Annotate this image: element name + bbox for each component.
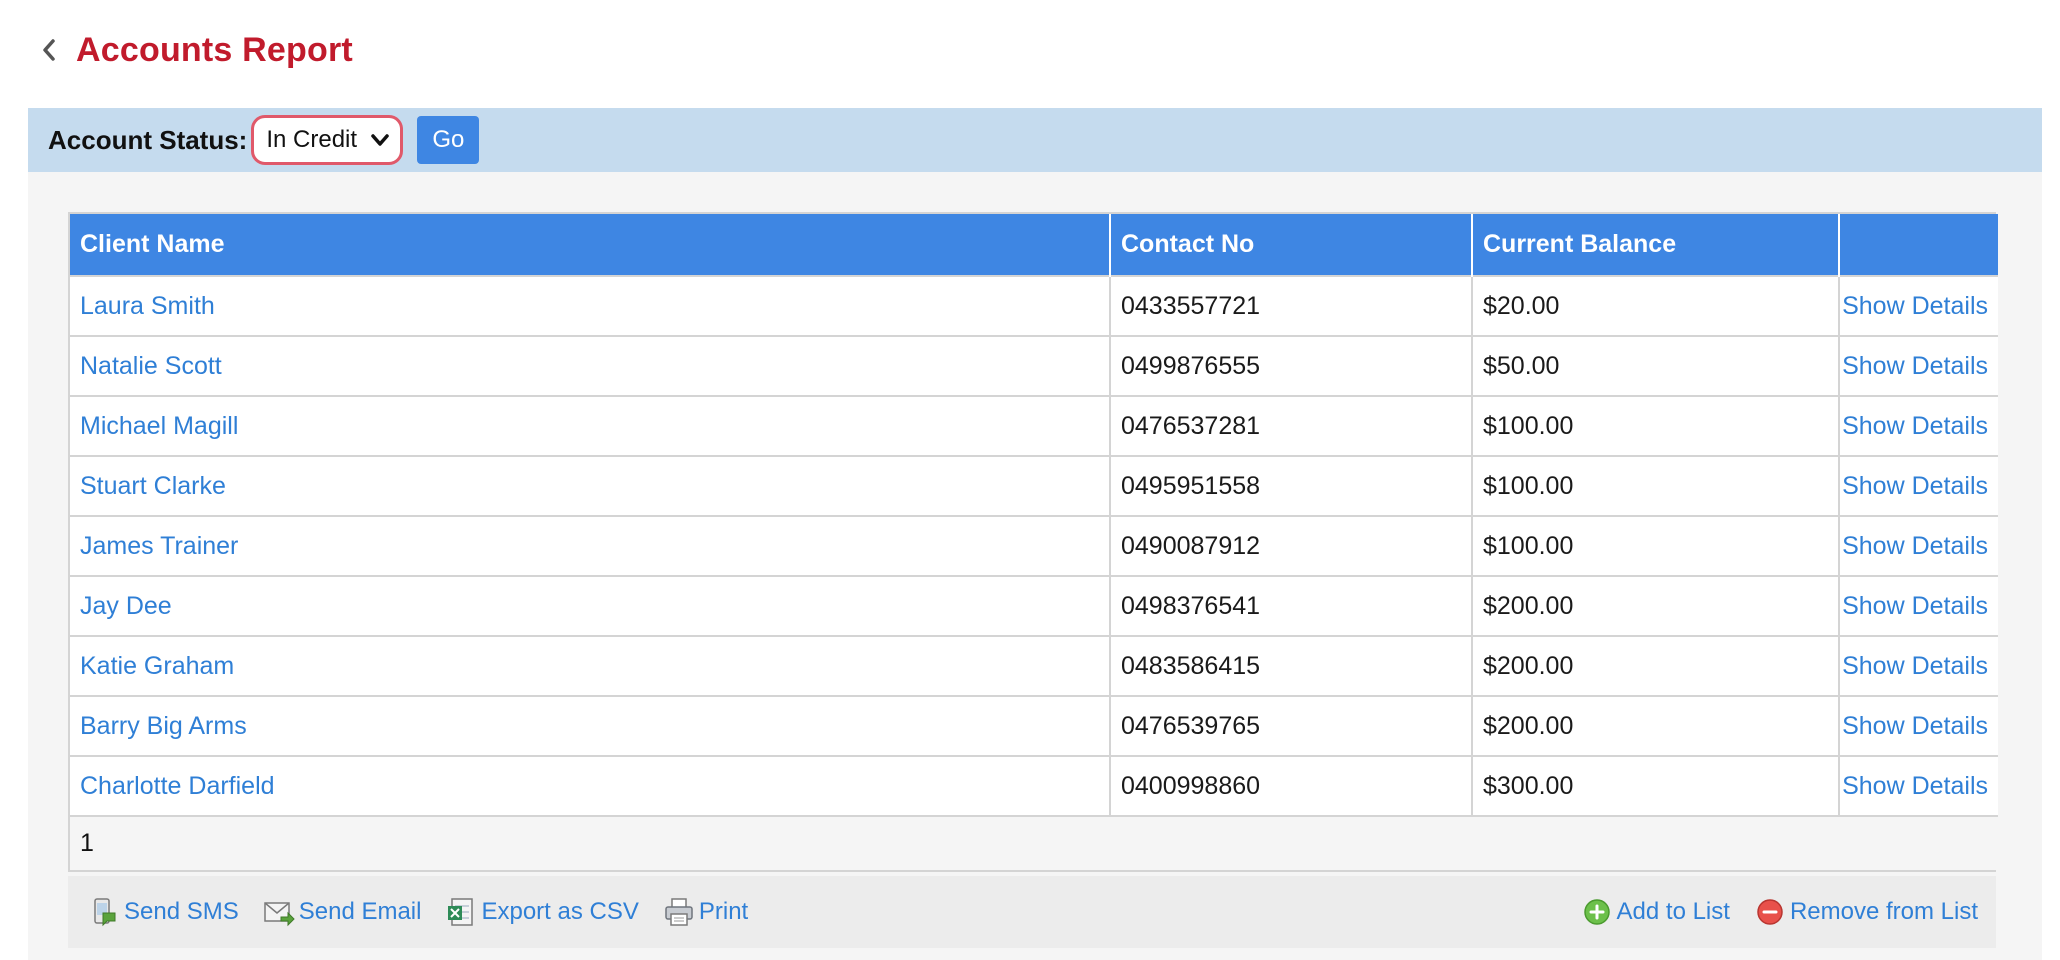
header: Accounts Report bbox=[36, 28, 353, 72]
client-name-link[interactable]: Barry Big Arms bbox=[70, 695, 1111, 756]
current-balance: $20.00 bbox=[1472, 275, 1840, 336]
contact-number: 0499876555 bbox=[1110, 335, 1473, 396]
current-balance: $200.00 bbox=[1472, 575, 1840, 636]
show-details-link[interactable]: Show Details bbox=[1839, 335, 1998, 396]
footer-left-actions: Send SMS Send Email Export as CSV Print bbox=[88, 896, 772, 928]
account-status-value: In Credit bbox=[266, 126, 358, 153]
show-details-link[interactable]: Show Details bbox=[1839, 755, 1998, 816]
filter-bar: Account Status: In Credit Go bbox=[28, 108, 2042, 172]
email-icon bbox=[263, 896, 295, 928]
client-name-link[interactable]: Katie Graham bbox=[70, 635, 1111, 696]
table-row: Natalie Scott 0499876555 $50.00 Show Detail… bbox=[70, 335, 1998, 396]
show-details-link[interactable]: Show Details bbox=[1839, 455, 1998, 516]
current-balance: $100.00 bbox=[1472, 455, 1840, 516]
client-name-link[interactable]: Michael Magill bbox=[70, 395, 1111, 456]
current-balance: $100.00 bbox=[1472, 515, 1840, 576]
send-sms-label: Send SMS bbox=[124, 898, 239, 925]
client-name-link[interactable]: James Trainer bbox=[70, 515, 1111, 576]
send-sms-button[interactable]: Send SMS bbox=[88, 896, 239, 928]
show-details-link[interactable]: Show Details bbox=[1839, 275, 1998, 336]
page: Accounts Report Account Status: In Credi… bbox=[0, 0, 2060, 960]
page-title: Accounts Report bbox=[76, 30, 353, 69]
client-name-link[interactable]: Charlotte Darfield bbox=[70, 755, 1111, 816]
table-row: Barry Big Arms 0476539765 $200.00 Show Deta… bbox=[70, 695, 1998, 756]
add-to-list-button[interactable]: Add to List bbox=[1581, 896, 1730, 928]
send-email-label: Send Email bbox=[298, 898, 422, 925]
contact-number: 0483586415 bbox=[1110, 635, 1473, 696]
client-name-link[interactable]: Jay Dee bbox=[70, 575, 1111, 636]
contact-number: 0476539765 bbox=[1110, 695, 1473, 756]
table-row: Laura Smith 0433557721 $20.00 Show Details bbox=[70, 275, 1998, 336]
page-number[interactable]: 1 bbox=[70, 815, 1998, 870]
table-row: Charlotte Darfield 0400998860 $300.00 Show … bbox=[70, 755, 1998, 816]
footer-right-actions: Add to List Remove from List bbox=[1557, 896, 1978, 928]
export-csv-button[interactable]: Export as CSV bbox=[445, 896, 639, 928]
spreadsheet-icon bbox=[445, 896, 477, 928]
account-status-label: Account Status: bbox=[48, 124, 248, 155]
show-details-link[interactable]: Show Details bbox=[1839, 635, 1998, 696]
print-label: Print bbox=[698, 898, 749, 925]
printer-icon bbox=[663, 896, 695, 928]
current-balance: $200.00 bbox=[1472, 635, 1840, 696]
footer-actions: Send SMS Send Email Export as CSV Print … bbox=[68, 876, 1996, 948]
column-header-current-balance[interactable]: Current Balance bbox=[1472, 214, 1840, 276]
plus-circle-icon bbox=[1581, 896, 1613, 928]
chevron-down-icon bbox=[371, 134, 390, 146]
contact-number: 0476537281 bbox=[1110, 395, 1473, 456]
remove-from-list-label: Remove from List bbox=[1789, 898, 1978, 925]
column-header-actions bbox=[1839, 214, 1998, 276]
table-row: Katie Graham 0483586415 $200.00 Show Detail… bbox=[70, 635, 1998, 696]
pager-row: 1 bbox=[70, 815, 1998, 870]
client-name-link[interactable]: Stuart Clarke bbox=[70, 455, 1111, 516]
account-status-select[interactable]: In Credit bbox=[251, 115, 404, 165]
current-balance: $200.00 bbox=[1472, 695, 1840, 756]
contact-number: 0495951558 bbox=[1110, 455, 1473, 516]
column-header-contact-no[interactable]: Contact No bbox=[1110, 214, 1473, 276]
table-row: James Trainer 0490087912 $100.00 Show Detai… bbox=[70, 515, 1998, 576]
contact-number: 0433557721 bbox=[1110, 275, 1473, 336]
table-header-row: Client Name Contact No Current Balance bbox=[70, 214, 1998, 276]
show-details-link[interactable]: Show Details bbox=[1839, 395, 1998, 456]
current-balance: $300.00 bbox=[1472, 755, 1840, 816]
contact-number: 0490087912 bbox=[1110, 515, 1473, 576]
client-name-link[interactable]: Natalie Scott bbox=[70, 335, 1111, 396]
chevron-left-icon[interactable] bbox=[36, 37, 62, 63]
show-details-link[interactable]: Show Details bbox=[1839, 695, 1998, 756]
add-to-list-label: Add to List bbox=[1616, 898, 1730, 925]
remove-from-list-button[interactable]: Remove from List bbox=[1754, 896, 1978, 928]
accounts-table: Client Name Contact No Current Balance L… bbox=[68, 212, 1998, 872]
export-csv-label: Export as CSV bbox=[481, 898, 639, 925]
table-row: Stuart Clarke 0495951558 $100.00 Show Detai… bbox=[70, 455, 1998, 516]
show-details-link[interactable]: Show Details bbox=[1839, 515, 1998, 576]
client-name-link[interactable]: Laura Smith bbox=[70, 275, 1111, 336]
minus-circle-icon bbox=[1754, 896, 1786, 928]
print-button[interactable]: Print bbox=[663, 896, 748, 928]
table-row: Jay Dee 0498376541 $200.00 Show Details bbox=[70, 575, 1998, 636]
column-header-client-name[interactable]: Client Name bbox=[70, 214, 1111, 276]
current-balance: $100.00 bbox=[1472, 395, 1840, 456]
contact-number: 0400998860 bbox=[1110, 755, 1473, 816]
sms-icon bbox=[88, 896, 120, 928]
table-row: Michael Magill 0476537281 $100.00 Show Deta… bbox=[70, 395, 1998, 456]
current-balance: $50.00 bbox=[1472, 335, 1840, 396]
show-details-link[interactable]: Show Details bbox=[1839, 575, 1998, 636]
go-button[interactable]: Go bbox=[417, 116, 480, 164]
send-email-button[interactable]: Send Email bbox=[263, 896, 422, 928]
contact-number: 0498376541 bbox=[1110, 575, 1473, 636]
